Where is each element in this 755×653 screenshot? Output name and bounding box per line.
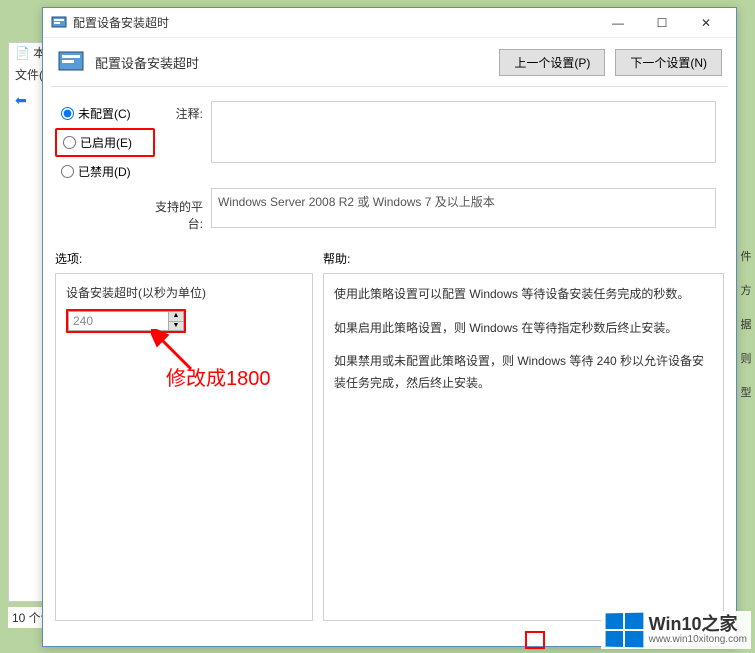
watermark: Win10之家 www.win10xitong.com (601, 611, 751, 649)
policy-icon (51, 15, 67, 31)
help-paragraph-3: 如果禁用或未配置此策略设置，则 Windows 等待 240 秒以允许设备安装任… (334, 351, 713, 394)
radio-group: 未配置(C) 已启用(E) 已禁用(D) (55, 95, 155, 184)
annotation-highlight-enabled: 已启用(E) (55, 128, 155, 157)
timeout-field-label: 设备安装超时(以秒为单位) (66, 284, 302, 301)
policy-dialog-window: 配置设备安装超时 — ☐ ✕ 配置设备安装超时 上一个设置(P) 下一个设置(N… (42, 7, 737, 647)
strip-char: 件 (737, 248, 755, 264)
strip-char: 则 (737, 350, 755, 366)
annotation-text: 修改成1800 (166, 362, 271, 391)
annotation-highlight-bottom (525, 631, 545, 649)
strip-char: 方 (737, 282, 755, 298)
minimize-button[interactable]: — (596, 9, 640, 37)
strip-char: 型 (737, 384, 755, 400)
timeout-input[interactable] (68, 311, 168, 331)
radio-not-configured-label: 未配置(C) (78, 105, 131, 122)
platform-row: 支持的平台: Windows Server 2008 R2 或 Windows … (43, 186, 736, 234)
panels: 设备安装超时(以秒为单位) ▲ ▼ 修改成1800 使用此策略设置可以配置 Wi… (43, 273, 736, 633)
radio-disabled-input[interactable] (61, 165, 74, 178)
radio-disabled-label: 已禁用(D) (78, 163, 131, 180)
strip-char: 据 (737, 316, 755, 332)
section-labels: 选项: 帮助: (43, 234, 736, 273)
dialog-header: 配置设备安装超时 上一个设置(P) 下一个设置(N) (43, 38, 736, 86)
options-panel: 设备安装超时(以秒为单位) ▲ ▼ 修改成1800 (55, 273, 313, 621)
radio-not-configured-input[interactable] (61, 107, 74, 120)
watermark-title: Win10之家 (649, 615, 747, 635)
options-label: 选项: (55, 250, 323, 267)
window-controls: — ☐ ✕ (596, 9, 728, 37)
watermark-url: www.win10xitong.com (649, 634, 747, 645)
help-label: 帮助: (323, 250, 350, 267)
radio-enabled-input[interactable] (63, 136, 76, 149)
platform-label: 支持的平台: (155, 188, 211, 232)
bg-menu-file[interactable]: 文件( (15, 66, 43, 83)
back-arrow-icon[interactable]: ⬅ (15, 92, 27, 109)
maximize-button[interactable]: ☐ (640, 9, 684, 37)
next-setting-button[interactable]: 下一个设置(N) (615, 49, 722, 76)
close-button[interactable]: ✕ (684, 9, 728, 37)
watermark-text: Win10之家 www.win10xitong.com (649, 615, 747, 646)
windows-logo-icon (605, 613, 643, 648)
platform-text: Windows Server 2008 R2 或 Windows 7 及以上版本 (211, 188, 716, 228)
config-row: 未配置(C) 已启用(E) 已禁用(D) 注释: (43, 93, 736, 186)
policy-header-icon (57, 48, 85, 76)
help-paragraph-2: 如果启用此策略设置，则 Windows 在等待指定秒数后终止安装。 (334, 318, 713, 340)
comment-label: 注释: (155, 95, 211, 122)
spinner-up-icon[interactable]: ▲ (169, 312, 183, 322)
help-paragraph-1: 使用此策略设置可以配置 Windows 等待设备安装任务完成的秒数。 (334, 284, 713, 306)
window-title: 配置设备安装超时 (73, 14, 596, 31)
help-panel: 使用此策略设置可以配置 Windows 等待设备安装任务完成的秒数。 如果启用此… (323, 273, 724, 621)
spinner-buttons: ▲ ▼ (168, 311, 184, 331)
comment-textarea[interactable] (211, 101, 716, 163)
radio-disabled[interactable]: 已禁用(D) (55, 159, 155, 184)
radio-enabled[interactable]: 已启用(E) (57, 130, 153, 155)
radio-not-configured[interactable]: 未配置(C) (55, 101, 155, 126)
divider (51, 86, 728, 87)
right-strip: 件 方 据 则 型 (737, 230, 755, 418)
policy-title: 配置设备安装超时 (95, 53, 489, 72)
document-icon: 📄 (15, 46, 30, 60)
radio-enabled-label: 已启用(E) (80, 134, 132, 151)
previous-setting-button[interactable]: 上一个设置(P) (499, 49, 605, 76)
titlebar: 配置设备安装超时 — ☐ ✕ (43, 8, 736, 38)
bg-window-title: 📄 本 (15, 44, 45, 61)
